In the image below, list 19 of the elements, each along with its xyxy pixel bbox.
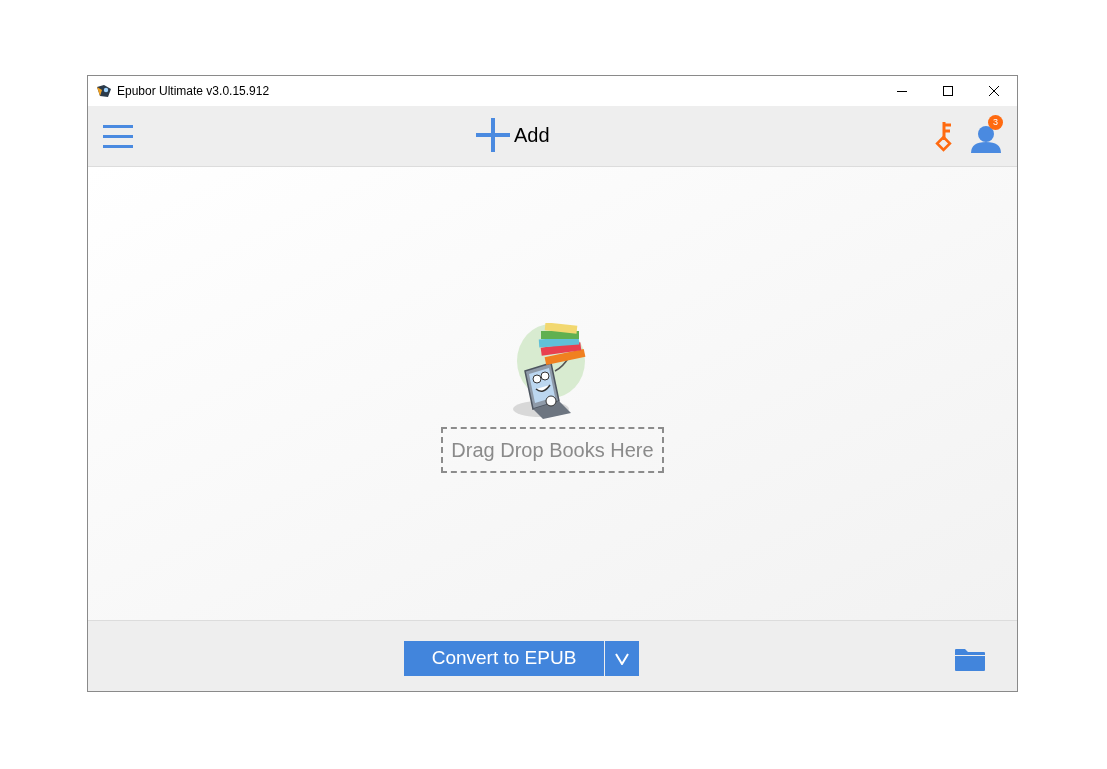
plus-icon (476, 118, 510, 152)
folder-icon (955, 649, 985, 671)
chevron-down-icon (615, 652, 629, 665)
open-folder-button[interactable] (955, 649, 985, 671)
key-button[interactable] (935, 120, 953, 152)
notification-badge: 3 (988, 115, 1003, 130)
format-dropdown-button[interactable] (605, 641, 639, 676)
minimize-icon (897, 90, 907, 92)
maximize-icon (943, 86, 953, 96)
convert-button[interactable]: Convert to EPUB (404, 641, 604, 676)
close-icon (989, 86, 999, 96)
user-icon (971, 125, 1001, 153)
window-title: Epubor Ultimate v3.0.15.912 (117, 83, 270, 100)
drop-zone[interactable]: Drag Drop Books Here (441, 426, 664, 473)
key-icon (935, 120, 953, 152)
menu-icon (102, 124, 133, 148)
app-logo-icon (96, 84, 112, 98)
add-button[interactable]: Add (476, 118, 550, 152)
menu-button[interactable] (102, 124, 133, 148)
